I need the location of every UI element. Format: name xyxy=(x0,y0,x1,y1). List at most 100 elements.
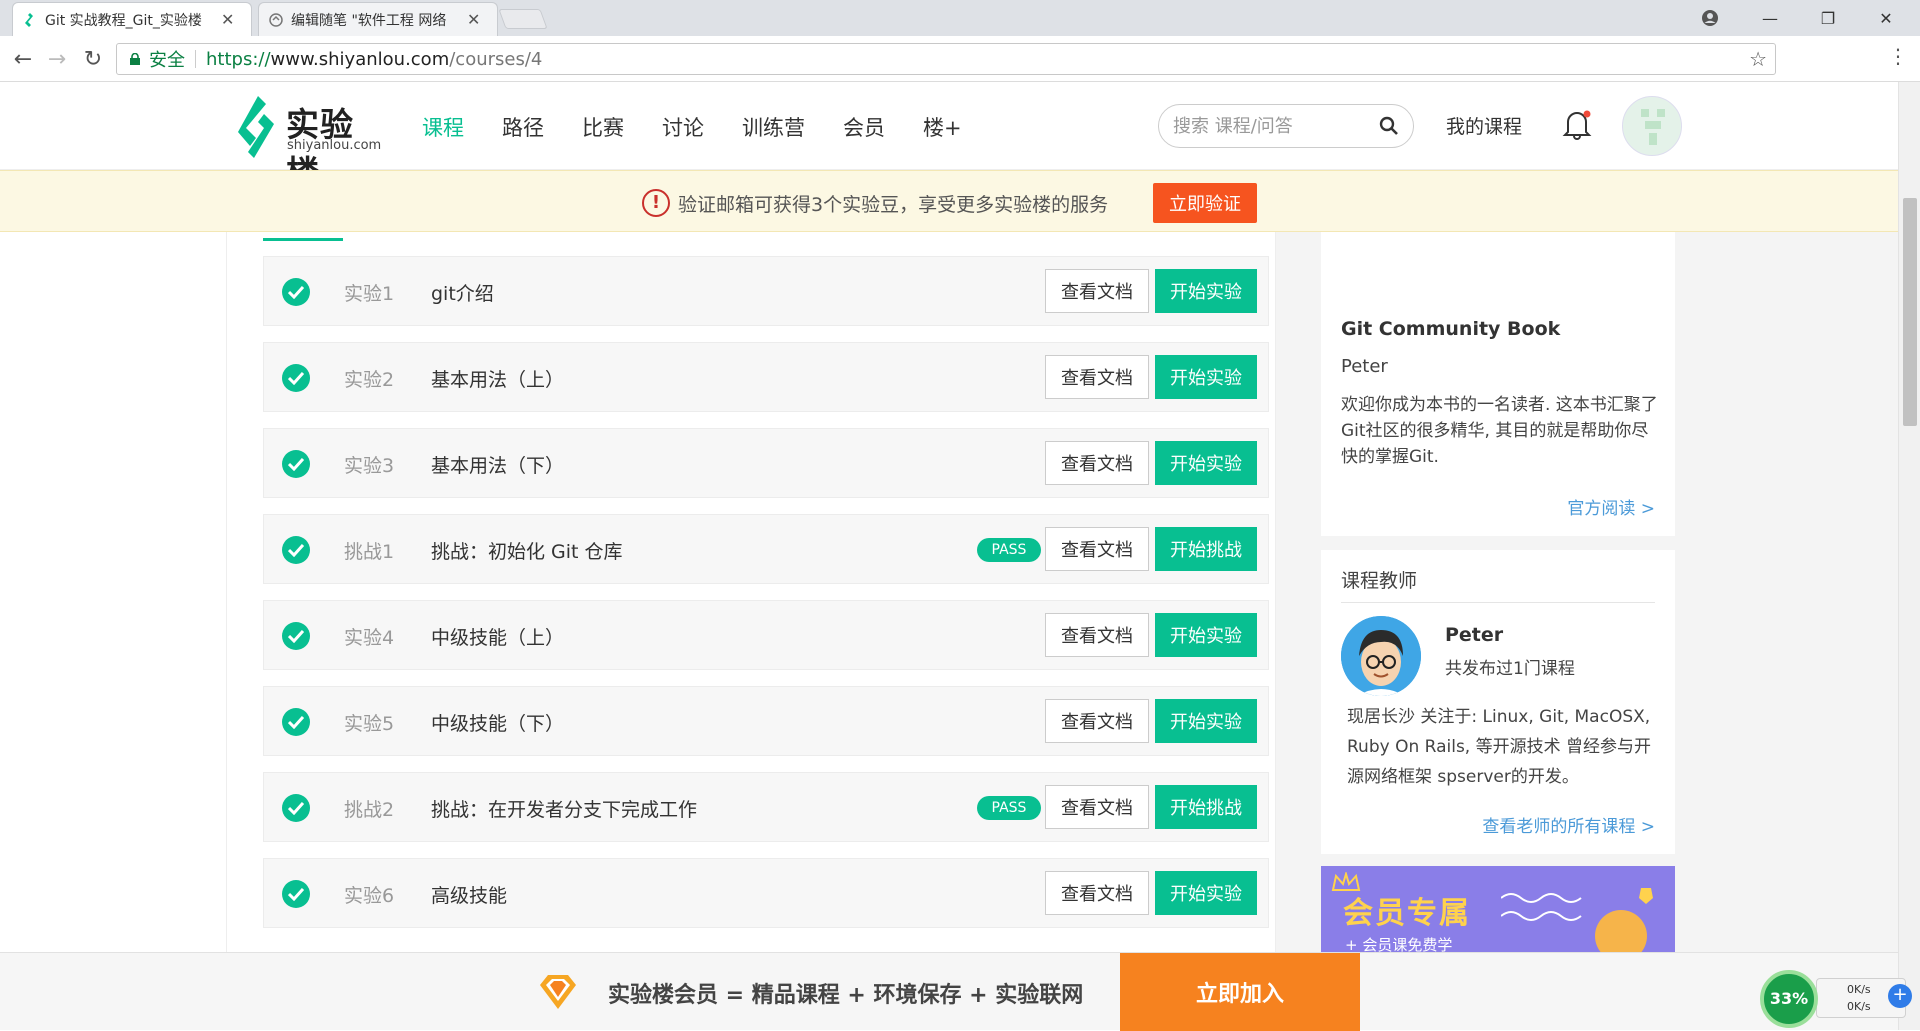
lab-title[interactable]: 挑战：在开发者分支下完成工作 xyxy=(431,795,697,822)
start-lab-button[interactable]: 开始实验 xyxy=(1155,871,1257,915)
profile-icon[interactable] xyxy=(1682,0,1738,36)
nav-discuss[interactable]: 讨论 xyxy=(662,112,704,142)
upload-speed: 0K/s xyxy=(1847,983,1871,996)
start-challenge-button[interactable]: 开始挑战 xyxy=(1155,785,1257,829)
site-logo[interactable]: 实验楼 shiyanlou.com xyxy=(236,96,386,192)
completed-check-icon xyxy=(282,364,310,392)
shiyanlou-favicon-icon xyxy=(25,12,33,27)
minimize-icon[interactable]: — xyxy=(1742,0,1798,36)
view-doc-button[interactable]: 查看文档 xyxy=(1045,441,1149,485)
lab-title[interactable]: 高级技能 xyxy=(431,881,507,908)
view-doc-button[interactable]: 查看文档 xyxy=(1045,871,1149,915)
page-scrollbar[interactable] xyxy=(1898,82,1920,1030)
start-lab-button[interactable]: 开始实验 xyxy=(1155,699,1257,743)
nav-bootcamp[interactable]: 训练营 xyxy=(742,112,805,142)
reload-icon[interactable]: ↻ xyxy=(78,44,108,74)
url-host: www.shiyanlou.com xyxy=(270,48,450,70)
lab-title[interactable]: 中级技能（下） xyxy=(431,709,564,736)
user-avatar[interactable] xyxy=(1622,96,1682,156)
browser-tab-active[interactable]: Git 实战教程_Git_实验楼 ✕ xyxy=(12,2,252,36)
secure-label: 安全 xyxy=(149,50,185,71)
identicon-icon xyxy=(1641,109,1665,145)
network-speed-widget[interactable]: 0K/s 0K/s 33% + xyxy=(1756,968,1920,1030)
lab-row: 实验5 中级技能（下） 查看文档 开始实验 xyxy=(263,686,1269,756)
start-lab-button[interactable]: 开始实验 xyxy=(1155,613,1257,657)
address-separator xyxy=(195,50,196,68)
start-lab-button[interactable]: 开始实验 xyxy=(1155,269,1257,313)
view-doc-button[interactable]: 查看文档 xyxy=(1045,355,1149,399)
course-lab-panel xyxy=(226,232,1276,952)
lab-title[interactable]: 基本用法（下） xyxy=(431,451,564,478)
lab-title[interactable]: 挑战：初始化 Git 仓库 xyxy=(431,537,623,564)
teacher-bio: 现居长沙 关注于: Linux, Git, MacOSX, Ruby On Ra… xyxy=(1347,707,1652,787)
nav-membership[interactable]: 会员 xyxy=(843,112,885,142)
verify-now-button[interactable]: 立即验证 xyxy=(1153,183,1257,223)
search-input[interactable] xyxy=(1173,114,1373,138)
scrollbar-thumb[interactable] xyxy=(1903,198,1917,426)
url-scheme: https:// xyxy=(206,48,271,70)
view-doc-button[interactable]: 查看文档 xyxy=(1045,269,1149,313)
start-lab-button[interactable]: 开始实验 xyxy=(1155,355,1257,399)
nav-louplus[interactable]: 楼+ xyxy=(923,112,962,142)
teacher-avatar[interactable] xyxy=(1341,616,1421,696)
completed-check-icon xyxy=(282,794,310,822)
lab-row: 实验3 基本用法（下） 查看文档 开始实验 xyxy=(263,428,1269,498)
all-teacher-courses-link[interactable]: 查看老师的所有课程 > xyxy=(1482,812,1655,837)
browser-tab-strip: Git 实战教程_Git_实验楼 ✕ 编辑随笔 "软件工程 网络 ✕ — ❐ ✕ xyxy=(0,0,1920,36)
teacher-name[interactable]: Peter xyxy=(1445,624,1503,646)
site-header: 实验楼 shiyanlou.com 课程 路径 比赛 讨论 训练营 会员 楼+ … xyxy=(0,82,1898,192)
search-icon[interactable] xyxy=(1379,116,1399,136)
main-nav: 课程 路径 比赛 讨论 训练营 会员 楼+ xyxy=(422,112,1000,142)
close-window-icon[interactable]: ✕ xyxy=(1858,0,1914,36)
completed-check-icon xyxy=(282,278,310,306)
lab-row: 实验6 高级技能 查看文档 开始实验 xyxy=(263,858,1269,928)
browser-menu-icon[interactable]: ⋮ xyxy=(1888,44,1908,74)
boost-plus-icon[interactable]: + xyxy=(1888,984,1912,1008)
view-doc-button[interactable]: 查看文档 xyxy=(1045,613,1149,657)
my-courses-link[interactable]: 我的课程 xyxy=(1446,112,1522,139)
lab-title[interactable]: git介绍 xyxy=(431,279,494,306)
banner-text: 验证邮箱可获得3个实验豆，享受更多实验楼的服务 xyxy=(678,194,1109,216)
start-lab-button[interactable]: 开始实验 xyxy=(1155,441,1257,485)
nav-paths[interactable]: 路径 xyxy=(502,112,544,142)
view-doc-button[interactable]: 查看文档 xyxy=(1045,785,1149,829)
download-speed: 0K/s xyxy=(1847,1000,1871,1013)
vip-ad-banner[interactable]: 会员专属 + 会员课免费学 xyxy=(1321,866,1675,952)
browser-tab[interactable]: 编辑随笔 "软件工程 网络 ✕ xyxy=(258,2,498,36)
lab-number: 实验6 xyxy=(344,885,395,907)
close-tab-icon[interactable]: ✕ xyxy=(467,10,480,29)
lab-number: 挑战2 xyxy=(344,799,395,821)
teacher-card: 课程教师 Peter 共发布过1门课程 现居长沙 关注于: Linux, Git… xyxy=(1321,550,1675,854)
challenge-row: 挑战1 挑战：初始化 Git 仓库 PASS 查看文档 开始挑战 xyxy=(263,514,1269,584)
lab-title[interactable]: 基本用法（上） xyxy=(431,365,564,392)
view-doc-button[interactable]: 查看文档 xyxy=(1045,527,1149,571)
close-tab-icon[interactable]: ✕ xyxy=(221,10,234,29)
cartoon-avatar-icon xyxy=(1341,616,1421,696)
book-description: 欢迎你成为本书的一名读者. 这本书汇聚了Git社区的很多精华, 其目的就是帮助你… xyxy=(1341,395,1658,467)
search-box xyxy=(1158,104,1414,148)
forward-icon[interactable]: → xyxy=(42,44,72,74)
start-challenge-button[interactable]: 开始挑战 xyxy=(1155,527,1257,571)
lock-icon xyxy=(130,53,140,65)
member-promo-bar: 实验楼会员 = 精品课程 + 环境保存 + 实验联网 立即加入 xyxy=(0,952,1898,1031)
book-title[interactable]: Git Community Book xyxy=(1341,318,1560,340)
book-author: Peter xyxy=(1341,356,1388,377)
new-tab-button[interactable] xyxy=(498,9,548,29)
official-read-link[interactable]: 官方阅读 > xyxy=(1567,494,1655,519)
notification-bell-icon[interactable] xyxy=(1562,108,1592,140)
vip-ad-subtext: + 会员课免费学 xyxy=(1345,936,1453,952)
address-bar[interactable]: 安全 https://www.shiyanlou.com/courses/4 ☆ xyxy=(116,43,1776,75)
completed-check-icon xyxy=(282,536,310,564)
nav-courses[interactable]: 课程 xyxy=(422,112,464,142)
nav-contests[interactable]: 比赛 xyxy=(582,112,624,142)
restore-icon[interactable]: ❐ xyxy=(1800,0,1856,36)
bookmark-star-icon[interactable]: ☆ xyxy=(1749,47,1767,71)
logo-subtext: shiyanlou.com xyxy=(287,138,382,153)
back-icon[interactable]: ← xyxy=(8,44,38,74)
join-now-button[interactable]: 立即加入 xyxy=(1120,953,1360,1031)
view-doc-button[interactable]: 查看文档 xyxy=(1045,699,1149,743)
lab-row: 实验4 中级技能（上） 查看文档 开始实验 xyxy=(263,600,1269,670)
lab-title[interactable]: 中级技能（上） xyxy=(431,623,564,650)
vip-decoration-icon xyxy=(1501,888,1653,952)
completed-check-icon xyxy=(282,708,310,736)
